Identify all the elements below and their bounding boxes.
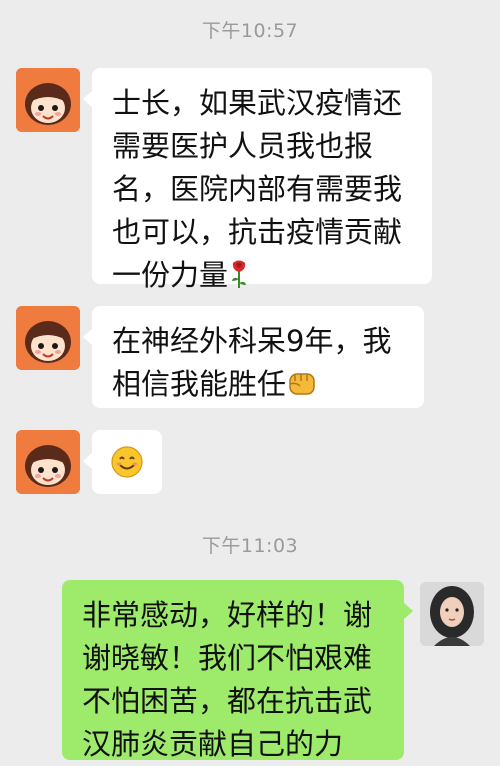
timestamp: 下午10:57 <box>201 20 299 42</box>
message-text: 非常感动，好样的！谢谢晓敏！我们不怕艰难不怕困苦，都在抗击武汉肺炎贡献自己的力 <box>82 598 373 761</box>
message-text: 士长，如果武汉疫情还需要医护人员我也报名，医院内部有需要我也可以，抗击疫情贡献一… <box>112 86 403 292</box>
user-photo-avatar-icon <box>420 582 484 646</box>
message-bubble[interactable]: 非常感动，好样的！谢谢晓敏！我们不怕艰难不怕困苦，都在抗击武汉肺炎贡献自己的力 <box>62 580 413 761</box>
timestamp: 下午11:03 <box>201 535 299 557</box>
message-bubble[interactable] <box>83 430 162 494</box>
rose-icon <box>228 258 250 301</box>
avatar[interactable] <box>420 582 484 646</box>
cartoon-girl-avatar-icon <box>16 306 80 370</box>
avatar[interactable] <box>16 68 80 132</box>
cartoon-girl-avatar-icon <box>16 430 80 494</box>
message-text: 在神经外科呆9年，我相信我能胜任 <box>112 324 392 401</box>
cartoon-girl-avatar-icon <box>16 68 80 132</box>
avatar[interactable] <box>16 306 80 370</box>
message-bubble[interactable]: 在神经外科呆9年，我相信我能胜任 <box>83 306 424 410</box>
fist-icon <box>286 366 318 410</box>
message-bubble[interactable]: 士长，如果武汉疫情还需要医护人员我也报名，医院内部有需要我也可以，抗击疫情贡献一… <box>83 68 432 292</box>
avatar[interactable] <box>16 430 80 494</box>
smile-icon <box>110 446 144 486</box>
